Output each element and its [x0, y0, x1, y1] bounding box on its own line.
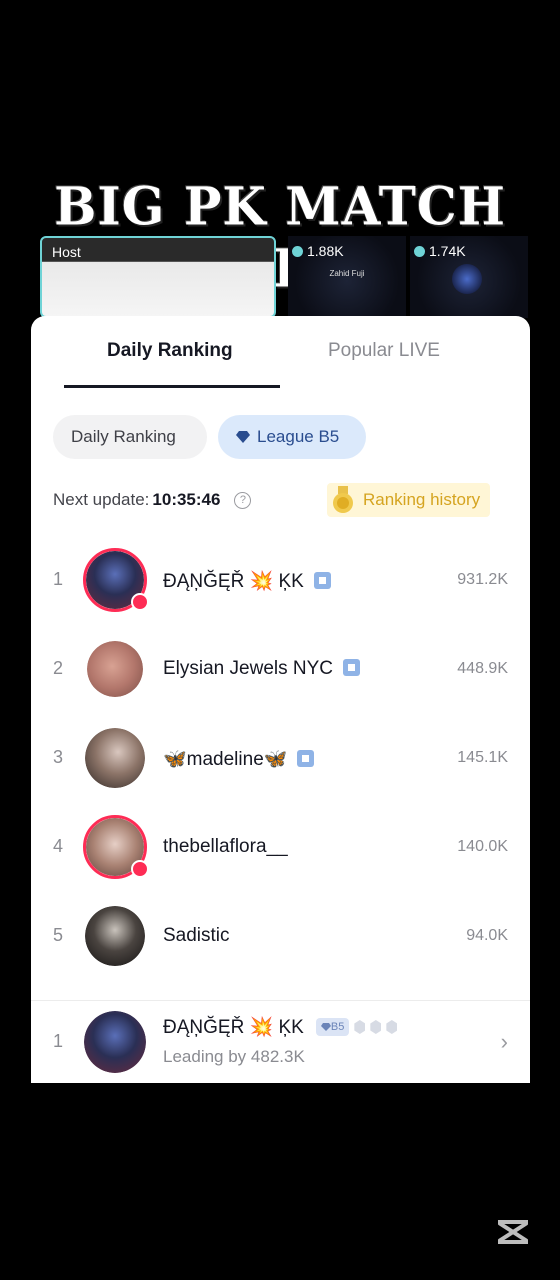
diamond-icon [236, 431, 250, 443]
filter-league-label: League B5 [257, 427, 340, 446]
filter-daily-label: Daily Ranking [71, 427, 176, 446]
coin-icon [414, 245, 425, 257]
ranking-tabs: Daily Ranking Popular LIVE [31, 316, 530, 390]
avatar[interactable] [85, 906, 145, 966]
help-icon[interactable]: ? [234, 491, 252, 509]
shield-icon [313, 572, 331, 589]
score: 140.0K [457, 838, 508, 855]
live-badge-icon [131, 860, 149, 878]
shield-icon [297, 750, 315, 767]
rank-number: 2 [53, 658, 64, 678]
list-item[interactable]: 1 ĐĄŅĞĘŘ 💥 ĶK 931.2K [31, 543, 530, 619]
next-update-time: 10:35:46 [152, 490, 221, 509]
diamond-icon [320, 1023, 331, 1031]
shield-icon [343, 659, 360, 676]
rank-number: 3 [53, 747, 64, 767]
avatar[interactable] [84, 1011, 146, 1073]
guest-coin-value: 1.88K [307, 243, 344, 259]
filter-daily-ranking[interactable]: Daily Ranking [53, 415, 207, 459]
rank-number: 4 [53, 836, 64, 856]
guest-name: Zahid Fuji [329, 269, 365, 278]
user-name: ĐĄŅĞĘŘ 💥 ĶK [163, 569, 331, 593]
lead-text: Leading by 482.3K [163, 1047, 305, 1066]
next-update-row: Next update: 10:35:46 ? [53, 490, 252, 510]
host-label: Host [52, 244, 81, 260]
host-video-tile[interactable]: Host [40, 236, 276, 318]
next-update-label: Next update: [53, 490, 150, 509]
guest-coin-value: 1.74K [429, 243, 466, 259]
coin-icon [292, 245, 303, 257]
rank-number: 1 [53, 569, 64, 589]
user-name: 🦋madeline🦋 [163, 747, 315, 771]
tab-popular-live[interactable]: Popular LIVE [328, 340, 440, 362]
ranking-panel: Daily Ranking Popular LIVE Daily Ranking… [31, 316, 530, 1083]
my-rank-row[interactable]: 1 ĐĄŅĞĘŘ 💥 ĶK B5 Leading by 482.3K › [31, 1000, 530, 1083]
guest-avatar [452, 264, 482, 294]
chevron-right-icon[interactable]: › [501, 1029, 508, 1055]
my-name-row: ĐĄŅĞĘŘ 💥 ĶK B5 [163, 1015, 398, 1039]
rank-number: 5 [53, 925, 64, 945]
score: 94.0K [466, 927, 508, 944]
rank-number: 1 [53, 1031, 64, 1051]
avatar[interactable] [85, 728, 145, 788]
guest-video-tile[interactable]: 1.88K Zahid Fuji [288, 236, 406, 318]
live-pk-strip: Host 1.88K Zahid Fuji 1.74K [40, 236, 530, 318]
screen: BIG PK MATCH WIN Host 1.88K Zahid Fuji 1… [0, 0, 560, 1280]
league-tag: B5 [315, 1018, 350, 1036]
active-tab-indicator [64, 385, 280, 388]
user-name: thebellaflora__ [163, 836, 288, 857]
guest-coin-count: 1.88K [292, 243, 344, 259]
score: 145.1K [457, 749, 508, 766]
user-name-text: 🦋madeline🦋 [163, 749, 288, 770]
filter-league[interactable]: League B5 [218, 415, 366, 459]
league-tag-label: B5 [330, 1021, 345, 1033]
user-name: ĐĄŅĞĘŘ 💥 ĶK [163, 1017, 304, 1038]
tier-hex-icon [386, 1020, 398, 1034]
guest-coin-count: 1.74K [414, 243, 466, 259]
score: 931.2K [457, 571, 508, 588]
list-item[interactable]: 4 thebellaflora__ 140.0K [31, 810, 530, 886]
user-name-text: ĐĄŅĞĘŘ 💥 ĶK [163, 571, 304, 592]
tier-hex-icon [354, 1020, 366, 1034]
tier-hex-icon [370, 1020, 382, 1034]
user-name: Sadistic [163, 925, 230, 946]
avatar[interactable] [87, 641, 143, 697]
live-badge-icon [131, 593, 149, 611]
guest-video-tile[interactable]: 1.74K [410, 236, 528, 318]
score: 448.9K [457, 660, 508, 677]
medal-icon [333, 486, 353, 513]
capcut-logo-icon [497, 1220, 529, 1244]
list-item[interactable]: 2 Elysian Jewels NYC 448.9K [31, 632, 530, 708]
list-item[interactable]: 3 🦋madeline🦋 145.1K [31, 721, 530, 797]
user-name-text: Elysian Jewels NYC [163, 658, 333, 679]
user-name: Elysian Jewels NYC [163, 658, 360, 680]
ranking-history-button[interactable]: Ranking history [327, 483, 491, 517]
tab-daily-ranking[interactable]: Daily Ranking [107, 340, 233, 362]
list-item[interactable]: 5 Sadistic 94.0K [31, 899, 530, 975]
ranking-history-label: Ranking history [363, 490, 481, 509]
